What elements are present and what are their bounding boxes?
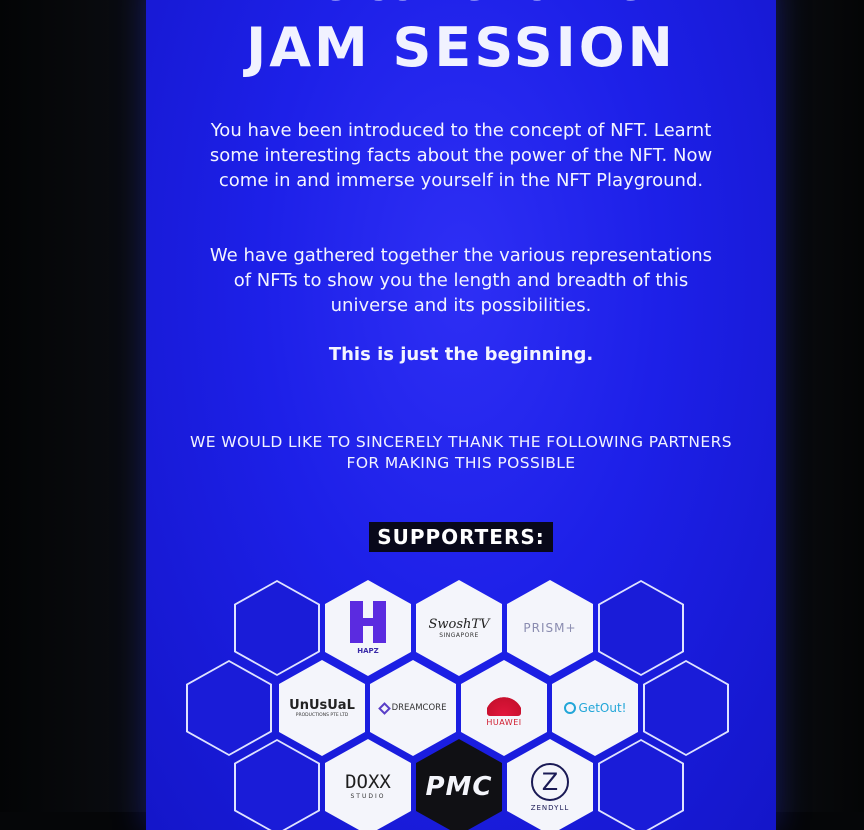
supporters-heading: SUPPORTERS:: [369, 522, 553, 552]
sponsor-huawei: HUAWEI: [461, 660, 547, 756]
empty-hexagon: [598, 739, 684, 830]
dreamcore-label: DREAMCORE: [391, 703, 447, 713]
sponsor-hapz: HAPZ: [325, 580, 411, 676]
sponsor-doxx: DOXX STUDIO: [325, 739, 411, 830]
hapz-logo-icon: [350, 601, 386, 643]
intro-paragraph: You have been introduced to the concept …: [209, 120, 713, 191]
huawei-flower-icon: [487, 689, 521, 716]
doxx-label: DOXX: [345, 771, 391, 793]
empty-hexagon: [234, 739, 320, 830]
thanks-message: WE WOULD LIKE TO SINCERELY THANK THE FOL…: [189, 433, 733, 472]
unusual-sub-label: PRODUCTIONS PTE LTD: [295, 713, 349, 718]
sponsor-swoshtv: SwoshTV SINGAPORE: [416, 580, 502, 676]
dark-background-left: [0, 0, 146, 812]
dreamcore-logo: DREAMCORE: [377, 701, 447, 715]
sponsor-getout: GetOut!: [552, 660, 638, 756]
sponsor-dreamcore: DREAMCORE: [370, 660, 456, 756]
sponsor-prism: PRISM+: [507, 580, 593, 676]
supporters-heading-wrap: SUPPORTERS:: [146, 522, 776, 552]
getout-icon: [563, 702, 576, 714]
description-paragraph: We have gathered together the various re…: [209, 245, 713, 316]
zendyll-label: ZENDYLL: [530, 803, 570, 812]
swoshtv-label: SwoshTV: [428, 617, 490, 632]
jam-session-poster: Welcome to the JAM SESSION You have been…: [146, 0, 776, 830]
sponsor-pmc: PMC: [416, 739, 502, 830]
swoshtv-sub-label: SINGAPORE: [439, 632, 479, 639]
sponsor-zendyll: Z ZENDYLL: [507, 739, 593, 830]
dark-background-right: [774, 0, 864, 812]
getout-logo: GetOut!: [563, 701, 627, 715]
getout-label: GetOut!: [578, 701, 627, 715]
pmc-label: PMC: [425, 772, 493, 802]
tagline: This is just the beginning.: [328, 344, 594, 365]
welcome-heading: Welcome to the: [146, 0, 776, 16]
unusual-label: UnUsUaL: [289, 698, 355, 713]
hapz-label: HAPZ: [357, 647, 379, 655]
empty-hexagon: [598, 580, 684, 676]
zendyll-z-icon: Z: [531, 762, 569, 801]
dreamcore-icon: [377, 701, 391, 715]
empty-hexagon: [234, 580, 320, 676]
sponsor-unusual: UnUsUaL PRODUCTIONS PTE LTD: [279, 660, 365, 756]
huawei-label: HUAWEI: [486, 717, 522, 727]
doxx-sub-label: STUDIO: [350, 793, 386, 800]
poster-title: JAM SESSION: [246, 16, 676, 79]
empty-hexagon: [643, 660, 729, 756]
empty-hexagon: [186, 660, 272, 756]
prism-label: PRISM+: [523, 621, 577, 635]
